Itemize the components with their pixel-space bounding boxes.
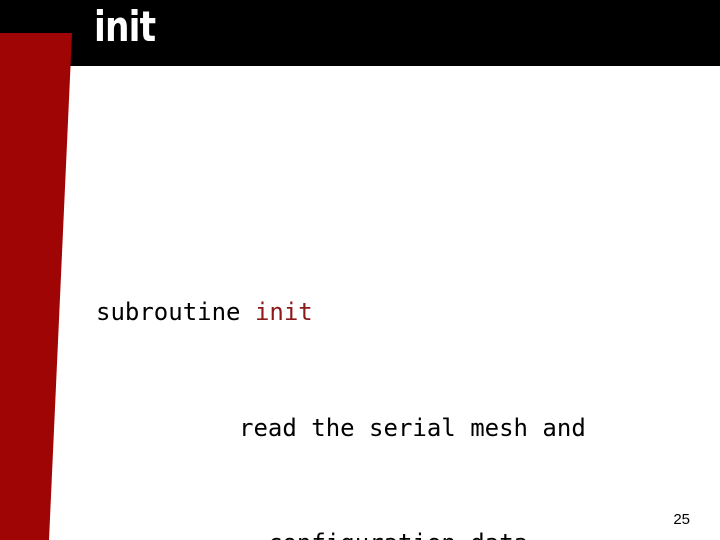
side-stripe-decoration [0,33,75,540]
code-line: subroutine init [96,298,696,327]
page-title: init [94,2,156,51]
code-line: read the serial mesh and [239,413,586,442]
page-number: 25 [673,511,690,528]
code-line: configuration data [96,529,696,540]
side-stripe-shape [0,33,72,540]
code-listing: subroutine init read the serial mesh and… [96,212,696,540]
code-keyword-accent: init [254,298,313,327]
slide-canvas: init subroutine init read the serial mes… [0,0,720,540]
code-line-text: subroutine [96,298,255,327]
